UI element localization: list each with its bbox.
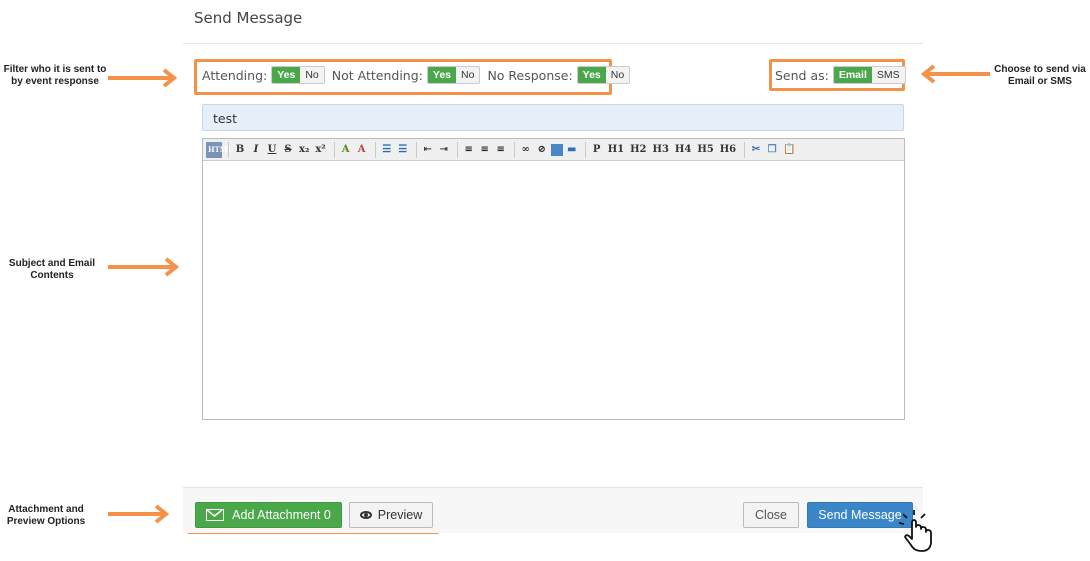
response-filter-row: Attending: Yes No Not Attending: Yes No … — [202, 65, 637, 85]
filter-callout: Filter who it is sent to by event respon… — [3, 64, 107, 87]
toolbar-divider — [513, 141, 515, 158]
subscript-button[interactable]: x₂ — [297, 142, 311, 158]
italic-button[interactable]: I — [249, 142, 263, 158]
heading1-button[interactable]: H1 — [606, 142, 626, 158]
send-as-email[interactable]: Email — [833, 67, 872, 83]
align-left-icon[interactable]: ≡ — [462, 142, 476, 158]
unordered-list-icon[interactable]: ☰ — [396, 142, 410, 158]
subject-input[interactable]: test — [202, 104, 904, 131]
not-attending-toggle[interactable]: Yes No — [426, 66, 481, 84]
toolbar-divider — [456, 141, 458, 158]
envelope-icon — [206, 509, 225, 521]
not-attending-label: Not Attending: — [331, 67, 423, 83]
image-icon[interactable] — [550, 143, 563, 156]
paragraph-button[interactable]: P — [590, 142, 604, 158]
close-button[interactable]: Close — [743, 502, 799, 528]
title-divider — [183, 43, 923, 44]
subject-arrow — [108, 257, 180, 277]
subject-callout: Subject and Email Contents — [8, 258, 96, 281]
toolbar-divider — [228, 141, 229, 158]
indent-icon[interactable]: ⇥ — [437, 142, 451, 158]
copy-icon[interactable]: ❐ — [765, 142, 779, 158]
toolbar-divider — [374, 141, 376, 158]
toolbar-divider — [333, 141, 335, 158]
heading5-button[interactable]: H5 — [695, 142, 715, 158]
no-response-label: No Response: — [487, 67, 573, 83]
html-source-icon[interactable]: HTML — [206, 141, 233, 158]
ordered-list-icon[interactable]: ☰ — [380, 142, 394, 158]
editor-body[interactable] — [203, 161, 904, 419]
attending-toggle[interactable]: Yes No — [271, 66, 325, 84]
heading4-button[interactable]: H4 — [673, 142, 693, 158]
bold-button[interactable]: B — [233, 142, 247, 158]
unlink-icon[interactable]: ⊘ — [535, 142, 549, 158]
eye-icon — [359, 511, 372, 519]
heading6-button[interactable]: H6 — [718, 142, 738, 158]
send-as-sms[interactable]: SMS — [871, 67, 905, 83]
send-as-toggle[interactable]: Email SMS — [832, 66, 906, 84]
send-as-group: Send as: Email SMS — [775, 65, 906, 85]
horizontal-rule-icon[interactable]: ▬ — [565, 142, 579, 158]
modal-title: Send Message — [194, 9, 303, 27]
add-attachment-label: Add Attachment 0 — [232, 508, 331, 522]
preview-button[interactable]: Preview — [349, 502, 433, 528]
send-as-label: Send as: — [775, 67, 829, 83]
superscript-button[interactable]: x² — [313, 142, 327, 158]
attachment-callout: Attachment and Preview Options — [6, 504, 86, 527]
send-via-arrow — [920, 64, 990, 84]
underline-button[interactable]: U — [265, 142, 279, 158]
add-attachment-button[interactable]: Add Attachment 0 — [195, 502, 342, 528]
editor-toolbar: HTML B I U S x₂ x² A A ☰ ☰ ⇤ ⇥ ≡ ≡ ≡ ∞ ⊘… — [203, 139, 904, 161]
no-response-no[interactable]: No — [605, 67, 630, 83]
attachment-arrow — [108, 504, 170, 524]
send-via-callout: Choose to send via Email or SMS — [994, 64, 1086, 87]
not-attending-yes[interactable]: Yes — [427, 67, 456, 83]
cut-icon[interactable]: ✂ — [749, 142, 763, 158]
toolbar-divider — [744, 141, 746, 158]
no-response-toggle[interactable]: Yes No — [576, 66, 631, 84]
heading2-button[interactable]: H2 — [628, 142, 648, 158]
toolbar-divider — [415, 141, 417, 158]
outdent-icon[interactable]: ⇤ — [421, 142, 435, 158]
link-icon[interactable]: ∞ — [519, 142, 533, 158]
not-attending-no[interactable]: No — [456, 67, 480, 83]
attending-no[interactable]: No — [300, 67, 324, 83]
font-color-icon[interactable]: A — [339, 142, 353, 158]
attending-yes[interactable]: Yes — [272, 67, 301, 83]
background-color-icon[interactable]: A — [355, 142, 369, 158]
align-center-icon[interactable]: ≡ — [478, 142, 492, 158]
paste-icon[interactable]: 📋 — [781, 142, 797, 158]
preview-label: Preview — [377, 508, 423, 522]
no-response-yes[interactable]: Yes — [577, 67, 606, 83]
strikethrough-button[interactable]: S — [281, 142, 295, 158]
attending-label: Attending: — [202, 67, 268, 83]
heading3-button[interactable]: H3 — [651, 142, 671, 158]
filter-arrow — [108, 68, 178, 88]
toolbar-divider — [584, 141, 586, 158]
message-editor[interactable]: HTML B I U S x₂ x² A A ☰ ☰ ⇤ ⇥ ≡ ≡ ≡ ∞ ⊘… — [202, 138, 905, 420]
hand-pointer-icon — [898, 510, 932, 552]
align-right-icon[interactable]: ≡ — [494, 142, 508, 158]
